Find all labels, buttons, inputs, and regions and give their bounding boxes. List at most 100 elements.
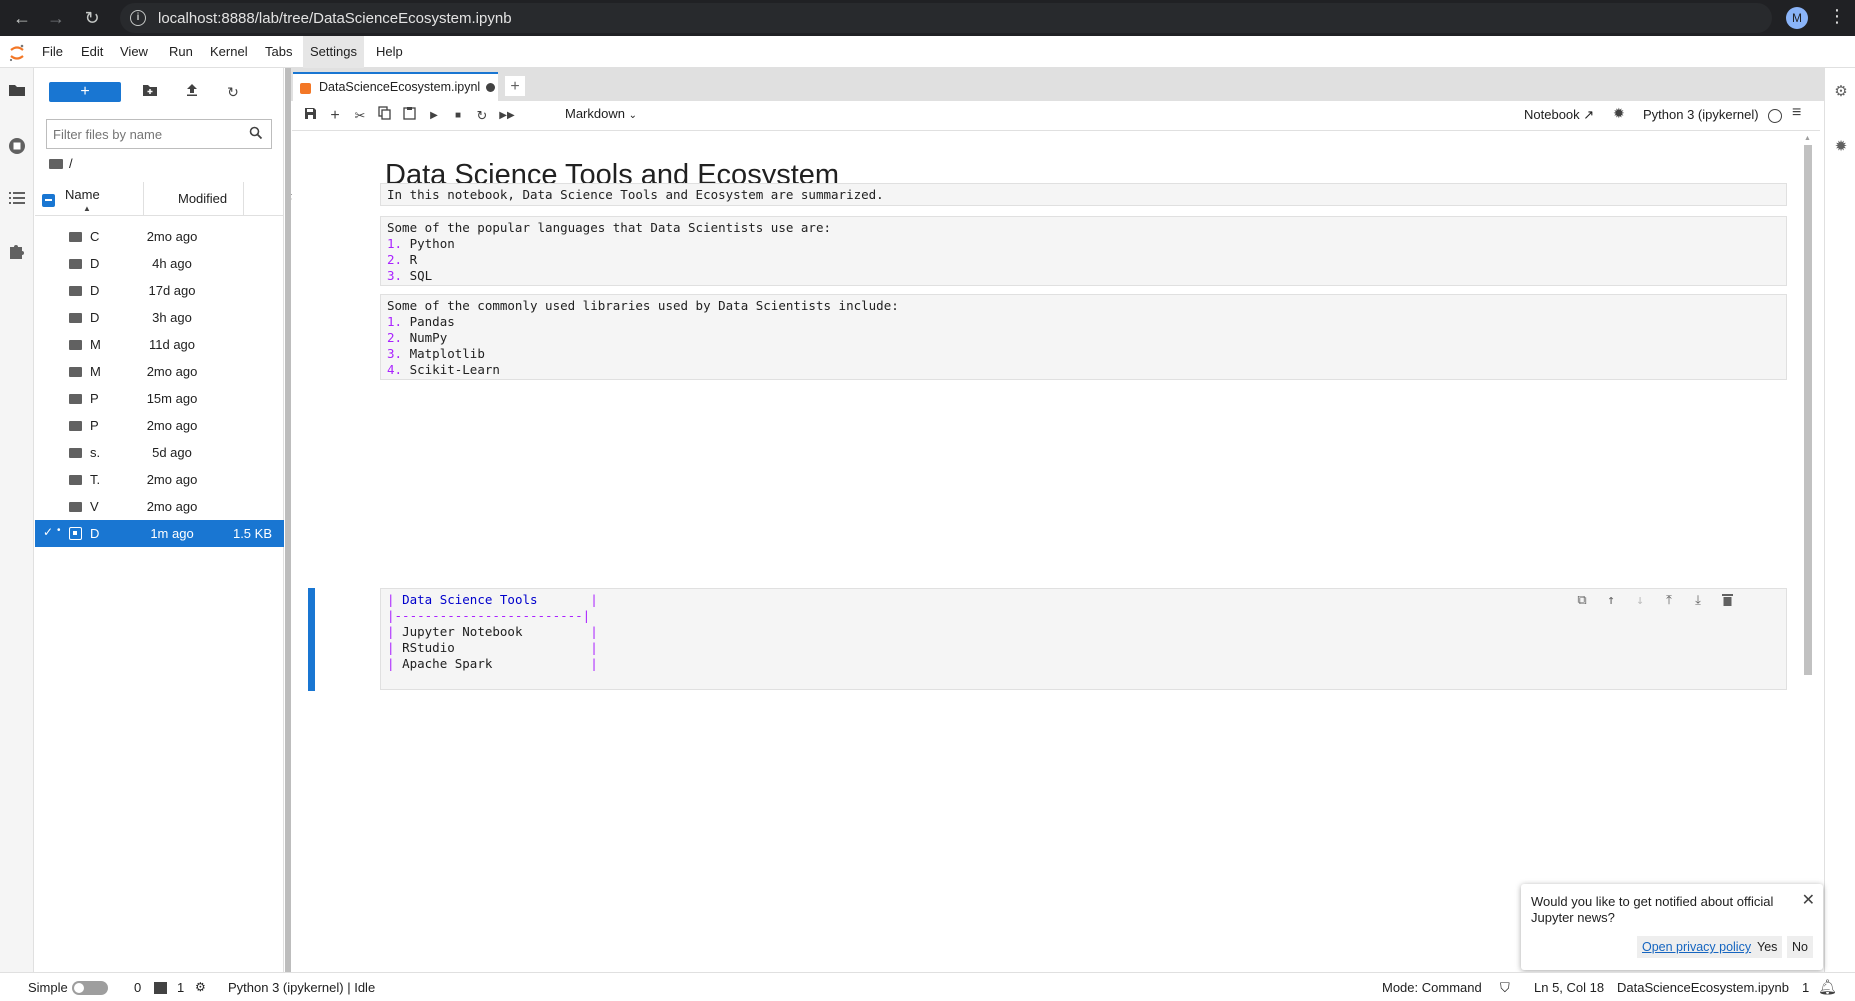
menu-run[interactable]: Run <box>162 36 200 68</box>
file-list-row[interactable]: D 3h ago <box>35 304 284 331</box>
open-in-notebook-button[interactable]: Notebook ↗ <box>1524 107 1594 123</box>
forward-icon[interactable]: → <box>44 6 68 30</box>
filter-files-input[interactable] <box>53 125 233 143</box>
debugger-icon[interactable]: ✹ <box>1613 105 1625 122</box>
restart-run-all-icon[interactable]: ▶▶ <box>496 105 518 127</box>
folder-icon <box>69 313 82 323</box>
file-list-row[interactable]: V 2mo ago <box>35 493 284 520</box>
file-browser: + ↻ / Name ▲ Modified File Si C 2mo ago D 4… <box>35 68 303 972</box>
menu-kernel[interactable]: Kernel <box>203 36 255 68</box>
markdown-cell-libraries[interactable]: Some of the commonly used libraries used… <box>380 294 1787 380</box>
notebook-content[interactable]: Data Science Tools and Ecosystem In this… <box>292 131 1820 972</box>
kernel-name-button[interactable]: Python 3 (ipykernel) <box>1643 107 1759 122</box>
profile-avatar[interactable]: M <box>1786 7 1808 29</box>
menu-view[interactable]: View <box>113 36 155 68</box>
move-down-icon[interactable]: ↓ <box>1629 593 1651 613</box>
debugger-sidebar-icon[interactable]: ✹ <box>1830 137 1852 159</box>
duplicate-cell-icon[interactable]: ⧉ <box>1571 593 1593 613</box>
file-list-row[interactable]: T. 2mo ago <box>35 466 284 493</box>
new-folder-icon[interactable] <box>138 80 162 104</box>
back-icon[interactable]: ← <box>10 6 34 30</box>
file-modified: 11d ago <box>148 337 196 352</box>
markdown-cell-intro[interactable]: In this notebook, Data Science Tools and… <box>380 183 1787 206</box>
upload-icon[interactable] <box>180 80 204 104</box>
unsaved-indicator-icon[interactable] <box>486 83 495 92</box>
insert-below-icon[interactable]: ⤓ <box>1687 593 1709 613</box>
menu-help[interactable]: Help <box>369 36 410 68</box>
move-up-icon[interactable]: ↑ <box>1600 593 1622 613</box>
table-of-contents-icon[interactable] <box>6 190 28 212</box>
file-modified: 2mo ago <box>146 472 198 487</box>
file-list-row[interactable]: M 2mo ago <box>35 358 284 385</box>
breadcrumb-root[interactable]: / <box>69 156 73 171</box>
file-list-row[interactable]: ✓ • D 1m ago 1.5 KB <box>35 520 284 547</box>
property-inspector-icon[interactable]: ⚙ <box>1830 82 1852 104</box>
insert-above-icon[interactable]: ⤒ <box>1658 593 1680 613</box>
cell-type-dropdown[interactable]: Markdown ⌄ <box>565 106 637 121</box>
markdown-cell-tools-table[interactable]: | Data Science Tools | |----------------… <box>380 588 1787 690</box>
file-list-row[interactable]: M 11d ago <box>35 331 284 358</box>
table-row: | Jupyter Notebook | <box>387 624 598 639</box>
copy-icon[interactable] <box>373 105 395 127</box>
panel-splitter[interactable] <box>285 68 291 972</box>
scrollbar-thumb[interactable] <box>1804 145 1812 675</box>
bell-icon[interactable]: 🔔︎ <box>1818 978 1837 996</box>
folder-icon[interactable] <box>6 82 28 104</box>
right-activity-bar: ⚙ ✹ <box>1824 68 1855 972</box>
notification-count[interactable]: 1 <box>1802 980 1809 995</box>
file-modified: 15m ago <box>146 391 198 406</box>
file-list-row[interactable]: D 4h ago <box>35 250 284 277</box>
trusted-shield-icon[interactable]: ⛉ <box>1500 980 1510 996</box>
no-button[interactable]: No <box>1787 936 1813 958</box>
file-list-row[interactable]: C 2mo ago <box>35 223 284 250</box>
insert-cell-icon[interactable]: + <box>324 105 346 127</box>
markdown-cell-languages[interactable]: Some of the popular languages that Data … <box>380 216 1787 286</box>
filter-files-field[interactable] <box>46 119 272 149</box>
home-folder-icon[interactable] <box>49 159 63 169</box>
running-sessions-icon[interactable] <box>6 136 28 158</box>
file-list-row[interactable]: s. 5d ago <box>35 439 284 466</box>
save-icon[interactable] <box>299 105 321 127</box>
restart-kernel-icon[interactable]: ↻ <box>471 105 493 127</box>
menu-edit[interactable]: Edit <box>74 36 110 68</box>
kernel-status[interactable]: Python 3 (ipykernel) | Idle <box>228 980 375 995</box>
reload-icon[interactable]: ↻ <box>80 6 104 30</box>
kernel-count[interactable]: 1 <box>177 980 184 995</box>
browser-menu-icon[interactable]: ⋮ <box>1828 6 1846 27</box>
interrupt-kernel-icon[interactable]: ■ <box>447 105 469 127</box>
new-launcher-button[interactable]: + <box>49 82 121 102</box>
url-text[interactable]: localhost:8888/lab/tree/DataScienceEcosy… <box>158 10 512 27</box>
file-list-row[interactable]: D 17d ago <box>35 277 284 304</box>
file-list-row[interactable]: P 2mo ago <box>35 412 284 439</box>
run-cell-icon[interactable]: ▶ <box>423 105 445 127</box>
menu-settings[interactable]: Settings <box>303 36 364 68</box>
file-list-row[interactable]: P 15m ago <box>35 385 284 412</box>
open-privacy-policy-link[interactable]: Open privacy policy <box>1637 936 1757 958</box>
new-tab-button[interactable]: + <box>504 75 526 97</box>
scroll-up-icon[interactable]: ▲ <box>1804 135 1811 142</box>
cut-icon[interactable]: ✂ <box>349 105 371 127</box>
address-bar[interactable]: i localhost:8888/lab/tree/DataScienceEco… <box>120 3 1772 33</box>
simple-mode-toggle[interactable] <box>72 981 108 995</box>
hamburger-menu-icon[interactable]: ≡ <box>1792 104 1801 122</box>
terminal-icon[interactable] <box>154 982 167 994</box>
column-name[interactable]: Name <box>65 187 100 202</box>
menu-tabs[interactable]: Tabs <box>258 36 299 68</box>
yes-button[interactable]: Yes <box>1752 936 1783 958</box>
extension-manager-icon[interactable] <box>6 242 28 264</box>
select-all-checkbox[interactable] <box>42 194 55 207</box>
close-icon[interactable]: ✕ <box>1802 890 1815 910</box>
column-modified[interactable]: Modified <box>143 182 243 216</box>
terminal-count[interactable]: 0 <box>134 980 141 995</box>
delete-cell-icon[interactable] <box>1716 593 1738 613</box>
file-name: T. <box>90 472 100 487</box>
refresh-icon[interactable]: ↻ <box>221 80 245 104</box>
tab-notebook[interactable]: DataScienceEcosystem.ipynl <box>293 72 498 101</box>
site-info-icon[interactable]: i <box>130 10 146 26</box>
cursor-position[interactable]: Ln 5, Col 18 <box>1534 980 1604 995</box>
list-item: 3. Matplotlib <box>387 346 485 361</box>
kernel-sessions-icon[interactable]: ⚙ <box>195 980 206 994</box>
paste-icon[interactable] <box>398 105 420 127</box>
menu-file[interactable]: File <box>35 36 70 68</box>
file-name: M <box>90 337 100 352</box>
